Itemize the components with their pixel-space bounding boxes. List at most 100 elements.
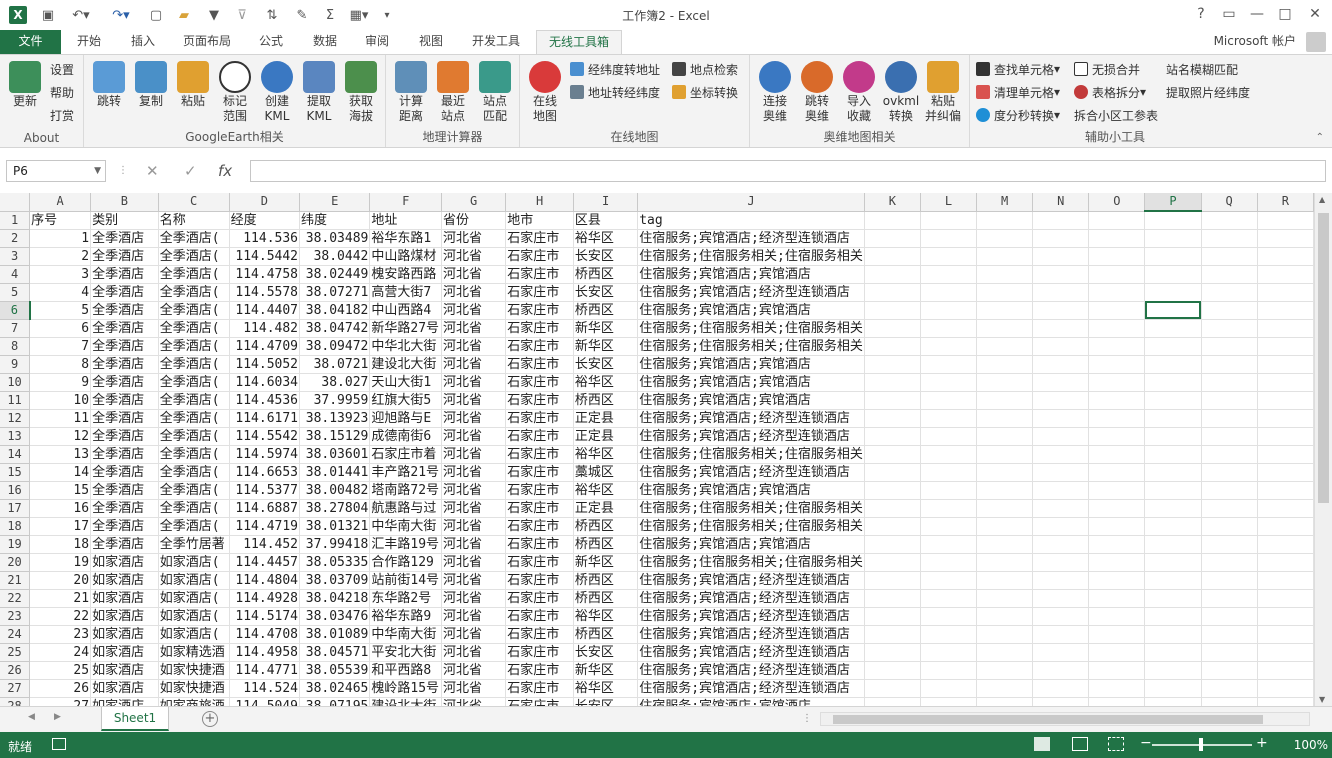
ribbon-display-icon[interactable]: ▭ (1214, 2, 1244, 26)
cell[interactable]: 全季酒店 (90, 427, 159, 446)
cell[interactable]: 114.5542 (229, 427, 301, 446)
cell[interactable] (1032, 679, 1090, 698)
cell[interactable] (1032, 283, 1090, 302)
cell[interactable] (1032, 661, 1090, 680)
cell[interactable] (1144, 571, 1202, 590)
cell[interactable]: 38.27804 (299, 499, 371, 518)
cell[interactable]: 正定县 (573, 409, 639, 428)
cell[interactable]: 河北省 (441, 445, 507, 464)
cell[interactable]: 如家酒店( (158, 607, 230, 626)
cell[interactable]: 桥西区 (573, 625, 639, 644)
column-header[interactable]: R (1257, 193, 1314, 212)
sheet-table[interactable]: A B C D E F G H I J K L M N O P Q R 1 序号 类别 名称 经度 纬度 地址 省份 地市 区县 tag… (0, 193, 1314, 706)
collapse-ribbon-icon[interactable]: ⌃ (1316, 132, 1324, 143)
cell[interactable]: 全季酒店 (90, 373, 159, 392)
cell[interactable]: 裕华区 (573, 481, 639, 500)
cell[interactable] (920, 409, 978, 428)
row-header[interactable]: 9 (0, 355, 31, 374)
cell[interactable] (1088, 553, 1146, 572)
cell[interactable]: 114.4709 (229, 337, 301, 356)
cell[interactable] (1032, 499, 1090, 518)
cell[interactable]: 114.6653 (229, 463, 301, 482)
select-all-corner[interactable] (0, 193, 31, 212)
cell[interactable] (1032, 607, 1090, 626)
column-header[interactable]: O (1088, 193, 1146, 212)
row-header[interactable]: 20 (0, 553, 31, 572)
cell[interactable] (864, 535, 921, 554)
cell[interactable]: 114.5174 (229, 607, 301, 626)
page-break-view-icon[interactable] (1108, 737, 1124, 751)
cell[interactable] (1257, 283, 1314, 302)
import-favorites-button[interactable]: 导入 收藏 (838, 59, 880, 129)
clean-cell-button[interactable]: 清理单元格 ▾ (976, 82, 1060, 102)
cell[interactable] (976, 571, 1034, 590)
cell[interactable]: 河北省 (441, 481, 507, 500)
cell[interactable]: 桥西区 (573, 571, 639, 590)
cell[interactable]: 16 (29, 499, 92, 518)
cell[interactable] (976, 211, 1034, 230)
cell[interactable] (920, 535, 978, 554)
cell[interactable]: 石家庄市 (505, 355, 574, 374)
lossless-merge-button[interactable]: 无损合并 (1074, 59, 1140, 79)
cell[interactable]: 38.00482 (299, 481, 371, 500)
cell[interactable]: 如家快捷酒 (158, 679, 230, 698)
cell[interactable] (976, 517, 1034, 536)
zoom-in-icon[interactable]: + (1256, 735, 1268, 751)
row-header[interactable]: 19 (0, 535, 31, 554)
cell[interactable] (1032, 553, 1090, 572)
cell[interactable]: 38.03601 (299, 445, 371, 464)
cell[interactable]: 全季酒店 (90, 355, 159, 374)
cell[interactable]: 如家酒店 (90, 607, 159, 626)
cell[interactable]: 全季酒店( (158, 247, 230, 266)
column-header[interactable]: C (158, 193, 230, 212)
cell[interactable] (1257, 373, 1314, 392)
row-header[interactable]: 8 (0, 337, 31, 356)
extract-kml-button[interactable]: 提取 KML (298, 59, 340, 129)
cell[interactable]: 石家庄市 (505, 463, 574, 482)
tab-file[interactable]: 文件 (0, 30, 61, 54)
cell[interactable]: 中华南大街 (369, 625, 443, 644)
cell[interactable]: 河北省 (441, 679, 507, 698)
cell[interactable]: 河北省 (441, 643, 507, 662)
cell[interactable] (920, 643, 978, 662)
cell[interactable]: 区县 (573, 211, 639, 230)
row-header[interactable]: 3 (0, 247, 31, 266)
cell[interactable]: 新华路27号 (369, 319, 443, 338)
cell[interactable]: 住宿服务;宾馆酒店;经济型连锁酒店 (637, 661, 865, 680)
row-header[interactable]: 25 (0, 643, 31, 662)
cell[interactable] (1088, 463, 1146, 482)
row-header[interactable]: 26 (0, 661, 31, 680)
cell[interactable] (1032, 265, 1090, 284)
cell[interactable] (1257, 553, 1314, 572)
cell[interactable]: 19 (29, 553, 92, 572)
cell[interactable]: 如家酒店 (90, 553, 159, 572)
row-header[interactable]: 10 (0, 373, 31, 392)
cell[interactable] (864, 427, 921, 446)
cell[interactable]: 住宿服务;宾馆酒店;经济型连锁酒店 (637, 589, 865, 608)
cell[interactable] (1257, 517, 1314, 536)
cell[interactable]: 114.5049 (229, 697, 301, 706)
cell[interactable] (1201, 427, 1258, 446)
column-header[interactable]: H (505, 193, 574, 212)
cell[interactable]: 38.04571 (299, 643, 371, 662)
cell[interactable]: 住宿服务;住宿服务相关;住宿服务相关 (637, 517, 865, 536)
cell[interactable] (1032, 247, 1090, 266)
worksheet-grid[interactable]: A B C D E F G H I J K L M N O P Q R 1 序号 类别 名称 经度 纬度 地址 省份 地市 区县 tag… (0, 193, 1314, 706)
cell[interactable]: 丰产路21号 (369, 463, 443, 482)
column-header[interactable]: E (299, 193, 371, 212)
cell[interactable]: 石家庄市 (505, 391, 574, 410)
cell[interactable] (1144, 643, 1202, 662)
cell[interactable] (976, 445, 1034, 464)
cell[interactable]: 12 (29, 427, 92, 446)
cell[interactable] (1201, 463, 1258, 482)
cell[interactable] (920, 589, 978, 608)
cell[interactable] (920, 355, 978, 374)
row-header[interactable]: 17 (0, 499, 31, 518)
row-header[interactable]: 5 (0, 283, 31, 302)
cell[interactable] (1144, 589, 1202, 608)
cell[interactable]: 经度 (229, 211, 301, 230)
cell[interactable] (1144, 463, 1202, 482)
cell[interactable] (976, 319, 1034, 338)
cell[interactable]: 住宿服务;宾馆酒店;宾馆酒店 (637, 301, 865, 320)
cell[interactable]: 成德南街6 (369, 427, 443, 446)
